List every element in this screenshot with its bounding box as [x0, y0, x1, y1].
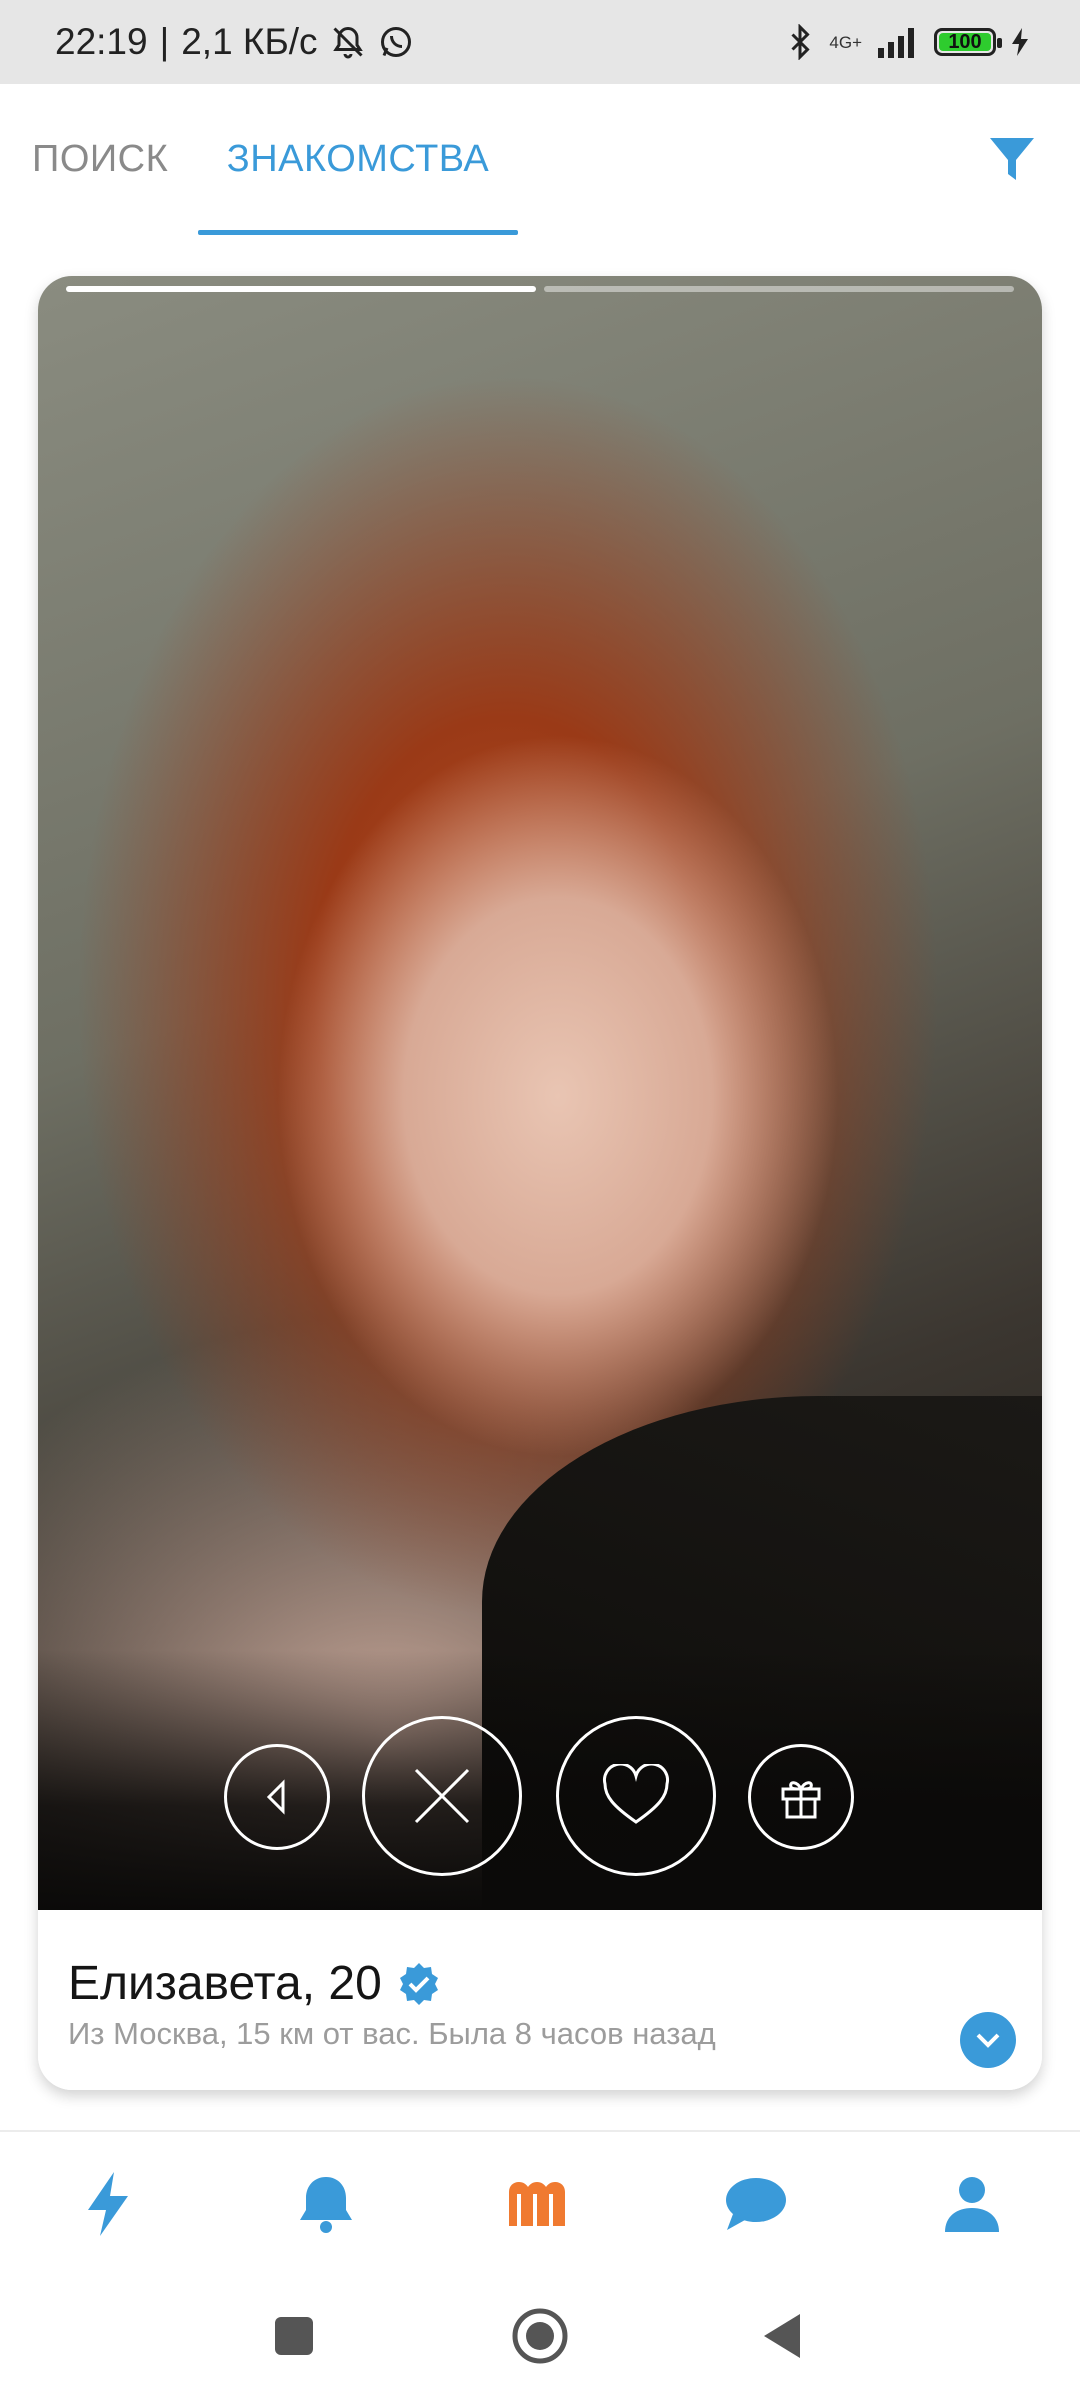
verified-badge-icon	[399, 1962, 438, 2005]
bell-icon	[300, 2177, 352, 2233]
signal-icon	[876, 26, 920, 58]
battery-icon: 100	[934, 28, 1002, 56]
nav-notifications[interactable]	[288, 2166, 364, 2242]
chat-icon	[726, 2178, 786, 2230]
profile-info[interactable]: Елизавета, 20 Из Москва, 15 км от вас. Б…	[38, 1910, 1042, 2090]
home-button[interactable]	[510, 2306, 570, 2366]
active-tab-indicator	[198, 230, 518, 235]
charging-icon	[1010, 26, 1030, 58]
back-icon	[764, 2314, 800, 2358]
status-speed: 2,1 КБ/с	[181, 21, 318, 62]
status-separator: |	[159, 21, 170, 62]
profile-icon	[945, 2177, 999, 2232]
nav-lightning[interactable]	[70, 2166, 146, 2242]
heart-icon	[603, 1764, 669, 1824]
bell-off-icon	[330, 24, 366, 60]
status-time: 22:19	[55, 21, 148, 62]
tab-search[interactable]: ПОИСК	[32, 84, 168, 234]
photo-progress-segment	[66, 286, 536, 292]
bottom-nav	[0, 2132, 1080, 2272]
card-actions	[38, 1716, 1042, 1876]
profile-name: Елизавета, 20	[68, 1957, 382, 2010]
gift-icon	[781, 1781, 821, 1819]
system-nav	[0, 2272, 1080, 2400]
close-icon	[414, 1768, 470, 1824]
expand-profile-button[interactable]	[960, 2012, 1016, 2068]
dislike-button[interactable]	[362, 1716, 522, 1876]
photo-progress-segment	[544, 286, 1014, 292]
bluetooth-icon	[785, 24, 815, 60]
m-logo-icon	[509, 2182, 565, 2226]
back-button[interactable]	[752, 2306, 812, 2366]
back-icon	[266, 1779, 285, 1815]
photo-progress	[66, 286, 1014, 292]
recent-apps-button[interactable]	[264, 2306, 324, 2366]
gift-button[interactable]	[748, 1744, 854, 1850]
home-icon	[512, 2308, 568, 2364]
status-right: 4G+ 100	[785, 0, 1030, 84]
whatsapp-icon	[378, 24, 414, 60]
nav-profile[interactable]	[934, 2166, 1010, 2242]
profile-photo[interactable]	[38, 276, 1042, 1910]
network-type: 4G+	[829, 32, 862, 52]
recent-apps-icon	[275, 2317, 313, 2355]
nav-home[interactable]	[502, 2166, 578, 2242]
nav-messages[interactable]	[718, 2166, 794, 2242]
profile-subtitle: Из Москва, 15 км от вас. Была 8 часов на…	[68, 2016, 716, 2051]
rewind-button[interactable]	[224, 1744, 330, 1850]
like-button[interactable]	[556, 1716, 716, 1876]
profile-card[interactable]: Елизавета, 20 Из Москва, 15 км от вас. Б…	[38, 276, 1042, 2090]
name-row: Елизавета, 20	[68, 1956, 442, 2011]
filter-icon[interactable]	[984, 132, 1040, 188]
tab-dating[interactable]: ЗНАКОМСТВА	[198, 84, 518, 234]
status-bar: 22:19 | 2,1 КБ/с 4G+ 100	[0, 0, 1080, 84]
status-left: 22:19 | 2,1 КБ/с	[55, 0, 414, 84]
chevron-down-icon	[976, 2033, 1000, 2048]
battery-level: 100	[948, 30, 982, 53]
top-tabs: ПОИСК ЗНАКОМСТВА	[0, 84, 1080, 240]
lightning-icon	[88, 2172, 128, 2236]
